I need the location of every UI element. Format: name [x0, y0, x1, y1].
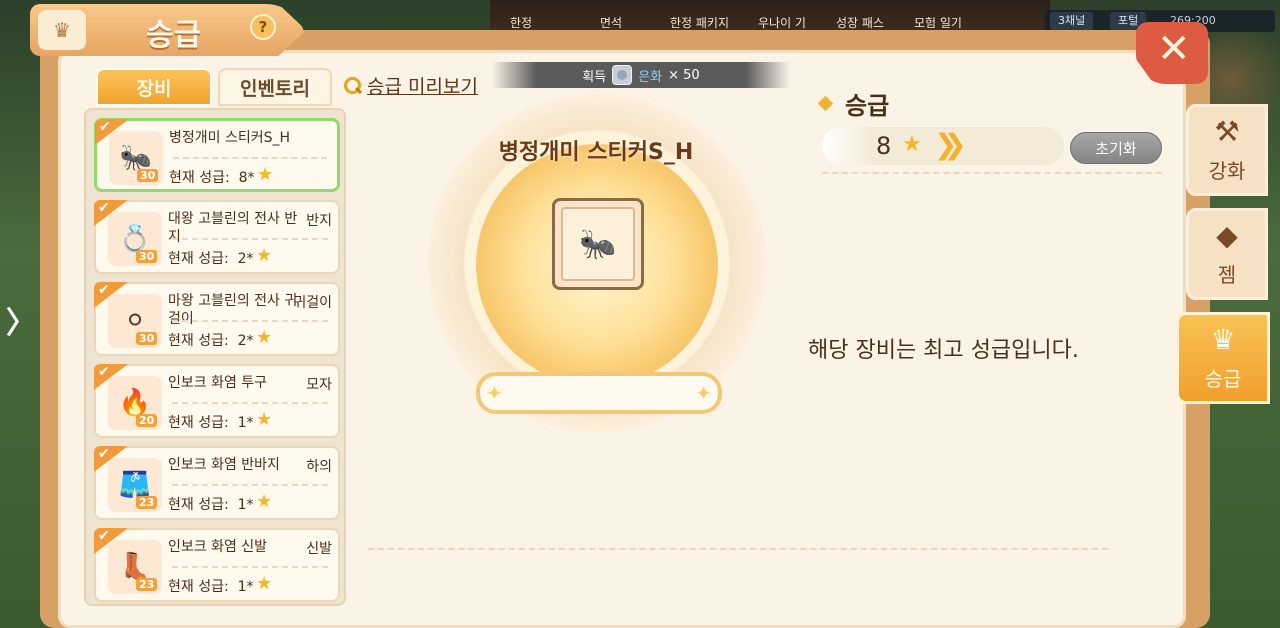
preview-link[interactable]: 승급 미리보기 [343, 72, 478, 99]
divider [822, 172, 1162, 174]
checkmark-icon: ✔ [98, 200, 110, 216]
double-chevron-icon: ❯❯ [934, 128, 967, 161]
page-title: 승급 [146, 18, 202, 53]
item-type: 반지 [306, 213, 332, 229]
level-badge: 23 [136, 578, 158, 591]
tab-equipment[interactable]: 장비 [96, 68, 212, 106]
star-icon: ★ [256, 573, 273, 594]
side-tab-enhance[interactable]: ⚒ 강화 [1186, 104, 1268, 196]
tab-inventory[interactable]: 인벤토리 [218, 68, 332, 106]
star-icon: ✦ [695, 381, 712, 405]
item-grade: 현재 성급: 1* [168, 497, 254, 513]
diamond-icon [817, 95, 834, 112]
max-grade-message: 해당 장비는 최고 성급입니다. [808, 338, 1079, 363]
side-tab-label: 강화 [1208, 159, 1246, 183]
divider [368, 548, 1108, 550]
item-name: 병정개미 스티커S_H [169, 130, 291, 146]
grade-title: 승급 [845, 92, 890, 120]
item-type: 신발 [306, 541, 332, 557]
level-badge: 30 [136, 250, 158, 263]
reward-amount: × 50 [668, 67, 700, 83]
item-grade: 현재 성급: 2* [168, 251, 254, 267]
divider [172, 566, 328, 568]
equipment-list[interactable]: ✔ 🐜 30 병정개미 스티커S_H 현재 성급: 8* ★ ✔ 💍 30 대왕… [84, 108, 346, 606]
list-item[interactable]: ✔ ⚪ 30 마왕 고블린의 전사 귀걸이 귀걸이 현재 성급: 2* ★ [94, 282, 340, 356]
divider [173, 157, 327, 159]
list-item[interactable]: ✔ 🔥 20 인보크 화염 투구 모자 현재 성급: 1* ★ [94, 364, 340, 438]
item-grade: 현재 성급: 1* [168, 579, 254, 595]
star-icon: ★ [256, 245, 273, 266]
list-item[interactable]: ✔ 🩳 23 인보크 화염 반바지 하의 현재 성급: 1* ★ [94, 446, 340, 520]
top-menu-strip: 한정 면석 한정 패키지 우나이 기 성장 패스 모험 일기 [490, 0, 1050, 30]
item-grade: 현재 성급: 2* [168, 333, 254, 349]
divider [172, 402, 328, 404]
close-icon[interactable]: ✕ [1157, 26, 1191, 72]
reward-prefix: 획득 [582, 69, 607, 85]
checkmark-icon: ✔ [98, 446, 110, 462]
list-item[interactable]: ✔ 🐜 30 병정개미 스티커S_H 현재 성급: 8* ★ [94, 118, 340, 192]
top-menu-label[interactable]: 모험 일기 [914, 14, 962, 31]
result-bar: ✦ ✦ [476, 372, 722, 414]
promotion-icon: ♛ [38, 10, 86, 50]
current-grade: 8 [876, 132, 892, 160]
side-tab-label: 젬 [1217, 263, 1237, 287]
checkmark-icon: ✔ [98, 364, 110, 380]
side-tab-gem[interactable]: ◆ 젬 [1186, 208, 1268, 300]
list-item[interactable]: ✔ 👢 23 인보크 화염 신발 신발 현재 성급: 1* ★ [94, 528, 340, 602]
help-icon[interactable]: ? [250, 14, 276, 40]
reward-currency: 은화 [638, 69, 663, 85]
checkmark-icon: ✔ [98, 528, 110, 544]
star-icon: ★ [256, 491, 273, 512]
star-icon: ★ [256, 327, 273, 348]
level-badge: 20 [136, 414, 158, 427]
item-type: 모자 [306, 377, 332, 393]
item-type: 귀걸이 [293, 295, 332, 311]
magnifier-icon [343, 76, 363, 96]
divider [172, 238, 328, 240]
level-badge: 23 [136, 496, 158, 509]
item-type: 하의 [306, 459, 332, 475]
top-menu-label[interactable]: 한정 패키지 [670, 14, 729, 31]
selected-item-icon: 🐜 [561, 207, 635, 281]
top-menu-label[interactable]: 우나이 기 [758, 14, 806, 31]
selected-item-name: 병정개미 스티커S_H [498, 140, 694, 165]
divider [172, 320, 328, 322]
star-icon: ★ [902, 132, 922, 157]
checkmark-icon: ✔ [98, 282, 110, 298]
star-icon: ★ [256, 409, 273, 430]
side-tab-promotion[interactable]: ♛ 승급 [1176, 312, 1270, 404]
checkmark-icon: ✔ [99, 119, 111, 135]
item-grade: 현재 성급: 1* [168, 415, 254, 431]
channel-chip[interactable]: 3채널 [1050, 12, 1094, 30]
preview-link-label: 승급 미리보기 [367, 76, 478, 98]
reset-button[interactable]: 초기화 [1070, 132, 1162, 164]
star-icon: ✦ [486, 381, 503, 405]
level-badge: 30 [136, 332, 158, 345]
item-name: 대왕 고블린의 전사 반지 [168, 211, 298, 245]
level-badge: 30 [137, 169, 159, 182]
anvil-icon: ⚒ [1214, 115, 1240, 148]
star-icon: ★ [257, 164, 274, 185]
side-tab-label: 승급 [1204, 367, 1242, 391]
top-menu-label[interactable]: 한정 [510, 14, 532, 31]
list-item[interactable]: ✔ 💍 30 대왕 고블린의 전사 반지 반지 현재 성급: 2* ★ [94, 200, 340, 274]
expand-left-arrow-icon[interactable]: 〉 [6, 298, 36, 342]
item-name: 마왕 고블린의 전사 귀걸이 [168, 293, 298, 327]
promotion-icon: ♛ [1210, 323, 1236, 356]
grade-header: 승급 [817, 86, 890, 121]
reward-bar: 획득 은화 × 50 [492, 62, 790, 88]
item-grade: 현재 성급: 8* [169, 170, 255, 186]
top-menu-label[interactable]: 면석 [600, 14, 622, 31]
divider [172, 484, 328, 486]
gem-icon: ◆ [1216, 219, 1238, 252]
top-menu-label[interactable]: 성장 패스 [836, 14, 884, 31]
silver-coin-icon [612, 65, 633, 85]
selected-item-frame: 🐜 [552, 198, 644, 290]
